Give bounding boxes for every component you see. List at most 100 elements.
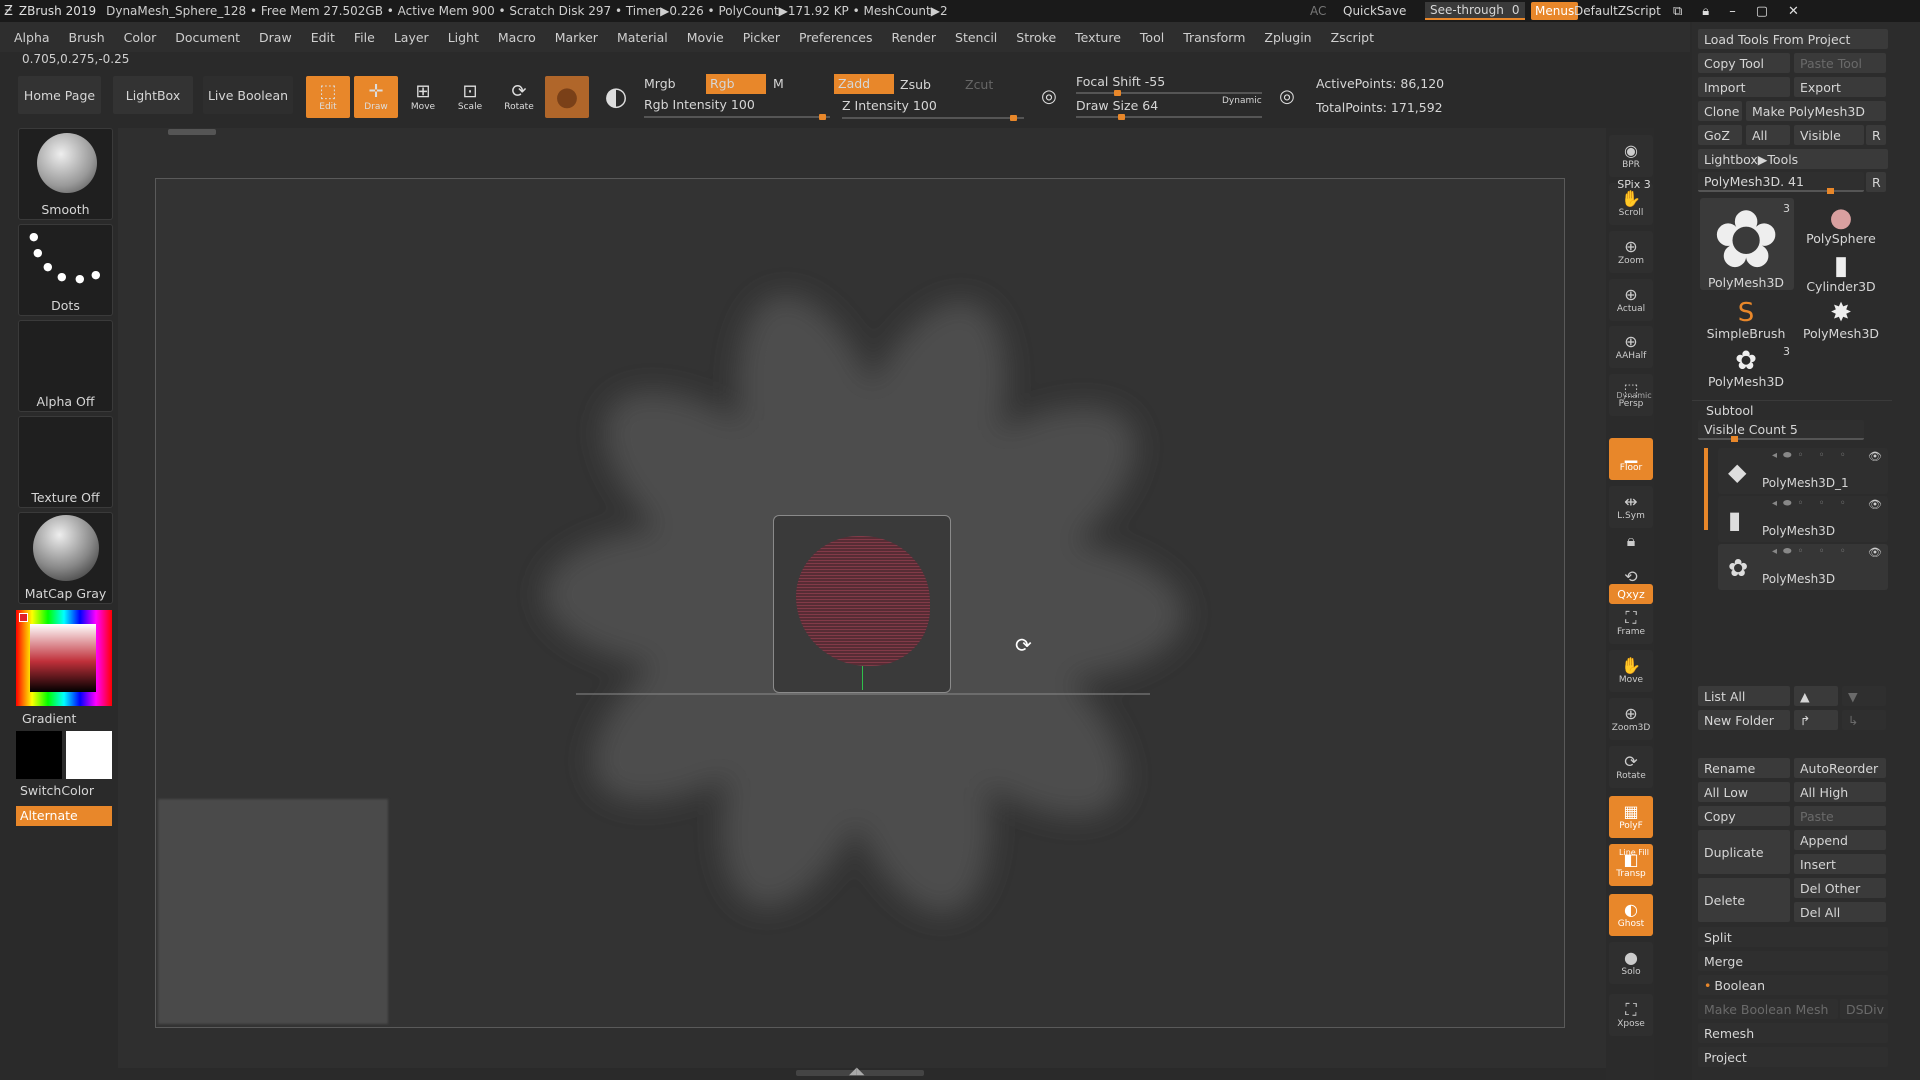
copy-tool-button[interactable]: Copy Tool (1698, 53, 1790, 73)
menus-button[interactable]: Menus (1531, 2, 1579, 20)
bpr-button[interactable]: ◉ BPR (1609, 135, 1653, 177)
quicksave-button[interactable]: QuickSave (1343, 2, 1406, 20)
secondary-color-swatch[interactable] (66, 731, 112, 779)
make-boolean-mesh-button[interactable]: Make Boolean Mesh (1698, 999, 1838, 1019)
menu-stroke[interactable]: Stroke (1016, 30, 1056, 45)
del-other-button[interactable]: Del Other (1794, 878, 1886, 898)
load-tools-button[interactable]: Load Tools From Project (1698, 29, 1888, 49)
material-swatch-button[interactable]: ● (545, 76, 589, 118)
append-button[interactable]: Append (1794, 830, 1886, 850)
menu-marker[interactable]: Marker (555, 30, 598, 45)
clone-button[interactable]: Clone (1698, 101, 1742, 121)
zoom-button[interactable]: ⊕ Zoom (1609, 231, 1653, 273)
import-button[interactable]: Import (1698, 77, 1790, 97)
polymesh-slider-knob[interactable] (1827, 188, 1834, 194)
brush-slot[interactable]: Smooth (18, 128, 113, 220)
navigation-thumbnail[interactable] (158, 799, 388, 1024)
l-sym-button[interactable]: ⇹ L.Sym (1609, 486, 1653, 528)
mrgb-toggle[interactable]: Mrgb (644, 76, 676, 91)
menu-alpha[interactable]: Alpha (14, 30, 50, 45)
delete-button[interactable]: Delete (1698, 878, 1790, 922)
boolean-section[interactable]: • Boolean (1698, 975, 1888, 995)
menu-preferences[interactable]: Preferences (799, 30, 873, 45)
merge-section[interactable]: Merge (1698, 951, 1888, 971)
make-polymesh-button[interactable]: Make PolyMesh3D (1746, 101, 1886, 121)
goz-visible-button[interactable]: Visible (1794, 125, 1864, 145)
zcut-toggle[interactable]: Zcut (965, 77, 993, 92)
split-section[interactable]: Split (1698, 927, 1888, 947)
zoom3d-button[interactable]: ⊕ Zoom3D (1609, 698, 1653, 740)
del-all-button[interactable]: Del All (1794, 902, 1886, 922)
menu-file[interactable]: File (354, 30, 375, 45)
eye-icon[interactable]: 👁︎ (1868, 546, 1882, 559)
bottom-tray-arrows-icon[interactable]: ◢◣ (849, 1066, 864, 1077)
z-intensity-slider[interactable] (842, 115, 1024, 121)
move-down-button[interactable]: ▼ (1842, 686, 1886, 706)
lock-camera-button[interactable]: 🔒︎ (1609, 526, 1653, 556)
polymesh-slider[interactable]: PolyMesh3D. 41 (1698, 172, 1864, 192)
lightbox-tab[interactable]: LightBox (113, 76, 193, 114)
menu-movie[interactable]: Movie (687, 30, 724, 45)
solo-button[interactable]: ● Solo (1609, 942, 1653, 984)
project-section[interactable]: Project (1698, 1047, 1888, 1067)
canvas-scroll-handle[interactable] (168, 129, 216, 135)
aahalf-button[interactable]: ⊕ AAHalf (1609, 326, 1653, 368)
goz-all-button[interactable]: All (1746, 125, 1790, 145)
goz-button[interactable]: GoZ (1698, 125, 1742, 145)
menu-color[interactable]: Color (124, 30, 157, 45)
document-canvas[interactable]: ⟳ (155, 178, 1565, 1028)
draw-button[interactable]: ✛ Draw (354, 76, 398, 118)
menu-layer[interactable]: Layer (394, 30, 429, 45)
zadd-toggle[interactable]: Zadd (834, 74, 894, 94)
dsdiv-slider[interactable]: DSDiv (1840, 999, 1888, 1019)
polymesh-r-button[interactable]: R (1866, 172, 1886, 192)
polyf-button[interactable]: ▦ PolyF (1609, 796, 1653, 838)
subtool-toggles[interactable]: ◂⬬◦ ◦ ◦ (1772, 498, 1852, 509)
lazy-mouse-s-button[interactable]: ◎ (1032, 76, 1066, 118)
new-folder-button[interactable]: New Folder (1698, 710, 1790, 730)
gradient-label[interactable]: Gradient (22, 711, 76, 726)
folder-action-button[interactable]: ↱ (1794, 710, 1838, 730)
tool-thumb-cylinder3d[interactable]: ▮ Cylinder3D (1795, 248, 1887, 294)
remesh-section[interactable]: Remesh (1698, 1023, 1888, 1043)
rotate-button[interactable]: ⟳ Rotate (1609, 746, 1653, 788)
all-low-button[interactable]: All Low (1698, 782, 1790, 802)
color-square[interactable] (30, 624, 96, 692)
tool-thumb-polysphere[interactable]: ● PolySphere (1795, 200, 1887, 246)
script-label[interactable]: DefaultZScript (1574, 2, 1661, 20)
frame-button[interactable]: ⛶ Frame (1609, 602, 1653, 644)
edit-button[interactable]: ⬚ Edit (306, 76, 350, 118)
subtool-toggles[interactable]: ◂⬬◦ ◦ ◦ (1772, 450, 1852, 461)
menu-draw[interactable]: Draw (259, 30, 292, 45)
draw-size-slider[interactable] (1076, 114, 1262, 120)
tool-thumb-polymesh3d[interactable]: 3 ✿ PolyMesh3D (1700, 343, 1792, 389)
rename-button[interactable]: Rename (1698, 758, 1790, 778)
subtool-row[interactable]: ✿ ◂⬬◦ ◦ ◦ 👁︎ PolyMesh3D (1718, 544, 1888, 590)
menu-light[interactable]: Light (448, 30, 479, 45)
stroke-slot[interactable]: ● ● ● ● ● ● Dots (18, 224, 113, 316)
tool-thumb-polymesh3d[interactable]: 3 ✿ PolyMesh3D (1700, 200, 1792, 291)
visible-count-knob[interactable] (1731, 436, 1738, 442)
material-slot[interactable]: MatCap Gray (18, 512, 113, 604)
rgb-toggle[interactable]: Rgb (706, 74, 766, 94)
subtool-row[interactable]: ◆ ◂⬬◦ ◦ ◦ 👁︎ PolyMesh3D_1 (1718, 448, 1888, 494)
duplicate-button[interactable]: Duplicate (1698, 830, 1790, 874)
all-high-button[interactable]: All High (1794, 782, 1886, 802)
minimize-icon[interactable]: – (1729, 4, 1736, 19)
copy-button[interactable]: Copy (1698, 806, 1790, 826)
lock-icon[interactable]: 🔒︎ (1702, 4, 1709, 19)
alpha-slot[interactable]: Alpha Off (18, 320, 113, 412)
dynamic-toggle[interactable]: Dynamic (1222, 96, 1262, 106)
rotate-button[interactable]: ⟳ Rotate (497, 76, 541, 118)
export-button[interactable]: Export (1794, 77, 1886, 97)
layout-icon[interactable]: ⧉ (1673, 4, 1682, 19)
menu-zplugin[interactable]: Zplugin (1264, 30, 1311, 45)
switchcolor-button[interactable]: SwitchColor (20, 783, 94, 798)
menu-texture[interactable]: Texture (1075, 30, 1121, 45)
live-boolean-tab[interactable]: Live Boolean (203, 76, 293, 114)
focal-shift-slider[interactable] (1076, 90, 1262, 96)
lazy-mouse-d-button[interactable]: ◎ (1270, 76, 1304, 118)
menu-stencil[interactable]: Stencil (955, 30, 997, 45)
visible-count-slider[interactable]: Visible Count 5 (1698, 420, 1864, 440)
menu-macro[interactable]: Macro (498, 30, 536, 45)
